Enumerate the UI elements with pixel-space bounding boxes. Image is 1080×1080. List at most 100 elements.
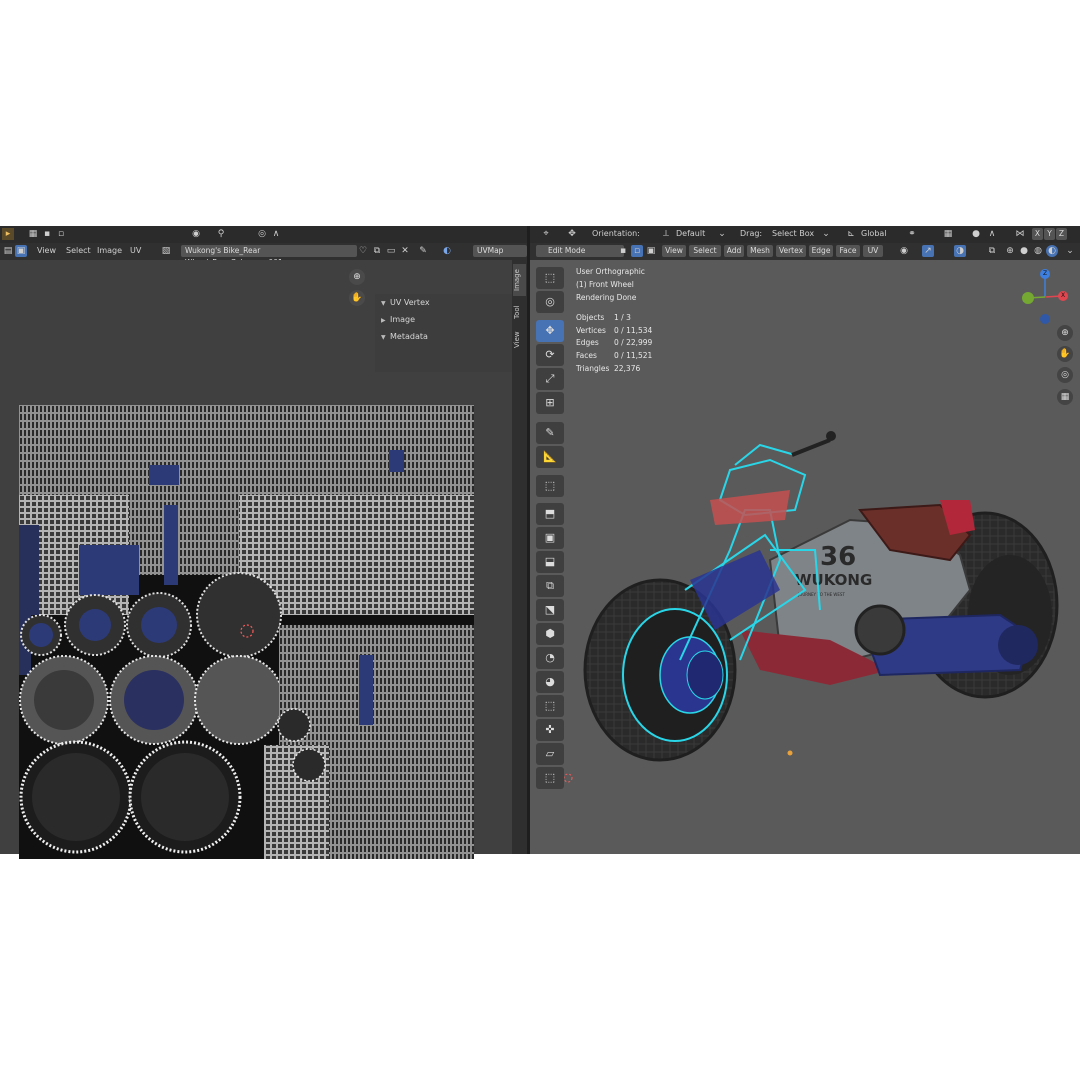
orientation-dropdown[interactable]: Default bbox=[676, 229, 705, 238]
axis-y-toggle[interactable]: Y bbox=[1044, 228, 1055, 240]
mirror-icon[interactable]: ⋈ bbox=[1014, 228, 1026, 240]
edge-select-icon[interactable]: ▫ bbox=[55, 228, 67, 240]
falloff-icon[interactable]: ∧ bbox=[270, 228, 282, 240]
uv-region[interactable]: ⊕ ✋ ▼ UV Vertex ▶ Image ▼ Metadata bbox=[0, 260, 512, 859]
move-gizmo-icon[interactable]: ✥ bbox=[566, 228, 578, 240]
viewport-tool-header: ⌖ ✥ Orientation: ⟂ Default ⌄ Drag: Selec… bbox=[530, 226, 1080, 243]
rip-icon[interactable]: ⬚ bbox=[536, 767, 564, 789]
knife-icon[interactable]: ⬔ bbox=[536, 599, 564, 621]
snap-icon[interactable]: ⚲ bbox=[215, 228, 227, 240]
image-name-field[interactable]: Wukong's Bike_Rear Wheel_BaseColor.png.0… bbox=[181, 245, 357, 267]
add-cube-icon[interactable]: ⬚ bbox=[536, 475, 564, 497]
link-icon[interactable]: ⚭ bbox=[906, 228, 918, 240]
face-select-icon[interactable]: ▣ bbox=[645, 245, 657, 257]
menu-add[interactable]: Add bbox=[724, 245, 744, 257]
hand-icon[interactable]: ✋ bbox=[349, 290, 365, 306]
bevel-icon[interactable]: ⬓ bbox=[536, 551, 564, 573]
edge-slide-icon[interactable]: ⬚ bbox=[536, 695, 564, 717]
menu-edge[interactable]: Edge bbox=[809, 245, 833, 257]
menu-view[interactable]: View bbox=[37, 246, 56, 255]
transform-icon[interactable]: ⊞ bbox=[536, 392, 564, 414]
panel-metadata[interactable]: ▼ Metadata bbox=[381, 332, 428, 341]
pivot-icon[interactable]: ◉ bbox=[190, 228, 202, 240]
panel-uv-vertex[interactable]: ▼ UV Vertex bbox=[381, 298, 430, 307]
view-object-types-icon[interactable]: ◉ bbox=[898, 245, 910, 257]
transform-icon[interactable]: ⌖ bbox=[540, 228, 552, 240]
gizmo-z-axis[interactable]: Z bbox=[1040, 269, 1050, 279]
uv-map-field[interactable]: UVMap bbox=[473, 245, 527, 257]
shear-icon[interactable]: ▱ bbox=[536, 743, 564, 765]
zoom-icon[interactable]: ⊕ bbox=[1057, 325, 1073, 341]
menu-select[interactable]: Select bbox=[66, 246, 91, 255]
new-image-icon[interactable]: ⧉ bbox=[371, 245, 383, 257]
axis-x-toggle[interactable]: X bbox=[1032, 228, 1043, 240]
menu-mesh[interactable]: Mesh bbox=[747, 245, 773, 257]
transform-space-dropdown[interactable]: Global bbox=[861, 229, 887, 238]
axis-z-toggle[interactable]: Z bbox=[1056, 228, 1067, 240]
uv-texture-image[interactable] bbox=[19, 405, 474, 859]
fake-user-icon[interactable]: ♡ bbox=[357, 245, 369, 257]
bike-model[interactable]: WUKONG JOURNEY TO THE WEST 36 bbox=[530, 260, 1080, 854]
open-image-icon[interactable]: ▭ bbox=[385, 245, 397, 257]
uv-mode-icon[interactable]: ▣ bbox=[15, 245, 27, 257]
scale-icon[interactable]: ⤢ bbox=[536, 368, 564, 390]
menu-uv[interactable]: UV bbox=[130, 246, 141, 255]
gizmo-x-axis[interactable]: X bbox=[1058, 291, 1068, 301]
xray-icon[interactable]: ⧉ bbox=[986, 245, 998, 257]
drag-dropdown[interactable]: Select Box bbox=[772, 229, 814, 238]
cursor-icon[interactable]: ◎ bbox=[536, 291, 564, 313]
menu-face[interactable]: Face bbox=[836, 245, 860, 257]
measure-icon[interactable]: 📐 bbox=[536, 446, 564, 468]
menu-uv[interactable]: UV bbox=[863, 245, 883, 257]
proportional-edit-icon[interactable]: ● bbox=[970, 228, 982, 240]
proportional-edit-icon[interactable]: ◎ bbox=[256, 228, 268, 240]
poly-build-icon[interactable]: ⬢ bbox=[536, 623, 564, 645]
expanded-triangle-icon: ▼ bbox=[381, 300, 386, 307]
overlays-icon[interactable]: ◑ bbox=[954, 245, 966, 257]
loop-cut-icon[interactable]: ⧉ bbox=[536, 575, 564, 597]
edge-select-icon[interactable]: ▫ bbox=[631, 245, 643, 257]
select-tool-icon[interactable]: ▸ bbox=[2, 228, 14, 240]
menu-image[interactable]: Image bbox=[97, 246, 122, 255]
uv-sync-icon[interactable]: ▦ bbox=[27, 228, 39, 240]
chevron-down-icon[interactable]: ⌄ bbox=[1064, 245, 1076, 257]
shrink-fatten-icon[interactable]: ✜ bbox=[536, 719, 564, 741]
inset-icon[interactable]: ▣ bbox=[536, 527, 564, 549]
select-box-icon[interactable]: ⬚ bbox=[536, 267, 564, 289]
rendered-shading-icon[interactable]: ◐ bbox=[1046, 245, 1058, 257]
spin-icon[interactable]: ◔ bbox=[536, 647, 564, 669]
image-browse-icon[interactable]: ▧ bbox=[160, 245, 172, 257]
gizmos-icon[interactable]: ↗ bbox=[922, 245, 934, 257]
menu-select[interactable]: Select bbox=[689, 245, 721, 257]
zoom-icon[interactable]: ⊕ bbox=[349, 269, 365, 285]
mode-dropdown[interactable]: Edit Mode bbox=[536, 245, 624, 257]
tab-image[interactable]: Image bbox=[513, 264, 526, 296]
vertex-select-icon[interactable]: ▪ bbox=[41, 228, 53, 240]
collapsed-triangle-icon: ▶ bbox=[381, 317, 386, 324]
menu-view[interactable]: View bbox=[662, 245, 686, 257]
wireframe-shading-icon[interactable]: ⊕ bbox=[1004, 245, 1016, 257]
move-icon[interactable]: ✥ bbox=[536, 320, 564, 342]
pin-icon[interactable]: ✎ bbox=[417, 245, 429, 257]
extrude-icon[interactable]: ⬒ bbox=[536, 503, 564, 525]
display-channels-icon[interactable]: ◐ bbox=[441, 245, 453, 257]
chevron-down-icon: ⌄ bbox=[822, 229, 830, 239]
snap-icon[interactable]: ▦ bbox=[942, 228, 954, 240]
3d-viewport[interactable]: ⌖ ✥ Orientation: ⟂ Default ⌄ Drag: Selec… bbox=[530, 226, 1080, 854]
material-shading-icon[interactable]: ◍ bbox=[1032, 245, 1044, 257]
smooth-icon[interactable]: ◕ bbox=[536, 671, 564, 693]
solid-shading-icon[interactable]: ● bbox=[1018, 245, 1030, 257]
tab-tool[interactable]: Tool bbox=[513, 300, 526, 324]
rotate-icon[interactable]: ⟳ bbox=[536, 344, 564, 366]
tab-view[interactable]: View bbox=[513, 328, 526, 352]
editor-type-icon[interactable]: ▤ bbox=[2, 245, 14, 257]
camera-icon[interactable]: ◎ bbox=[1057, 367, 1073, 383]
falloff-icon[interactable]: ∧ bbox=[986, 228, 998, 240]
hand-icon[interactable]: ✋ bbox=[1057, 346, 1073, 362]
vertex-select-icon[interactable]: ▪ bbox=[617, 245, 629, 257]
unlink-icon[interactable]: ✕ bbox=[399, 245, 411, 257]
panel-image[interactable]: ▶ Image bbox=[381, 315, 415, 324]
annotate-icon[interactable]: ✎ bbox=[536, 422, 564, 444]
menu-vertex[interactable]: Vertex bbox=[776, 245, 806, 257]
grid-icon[interactable]: ▦ bbox=[1057, 389, 1073, 405]
